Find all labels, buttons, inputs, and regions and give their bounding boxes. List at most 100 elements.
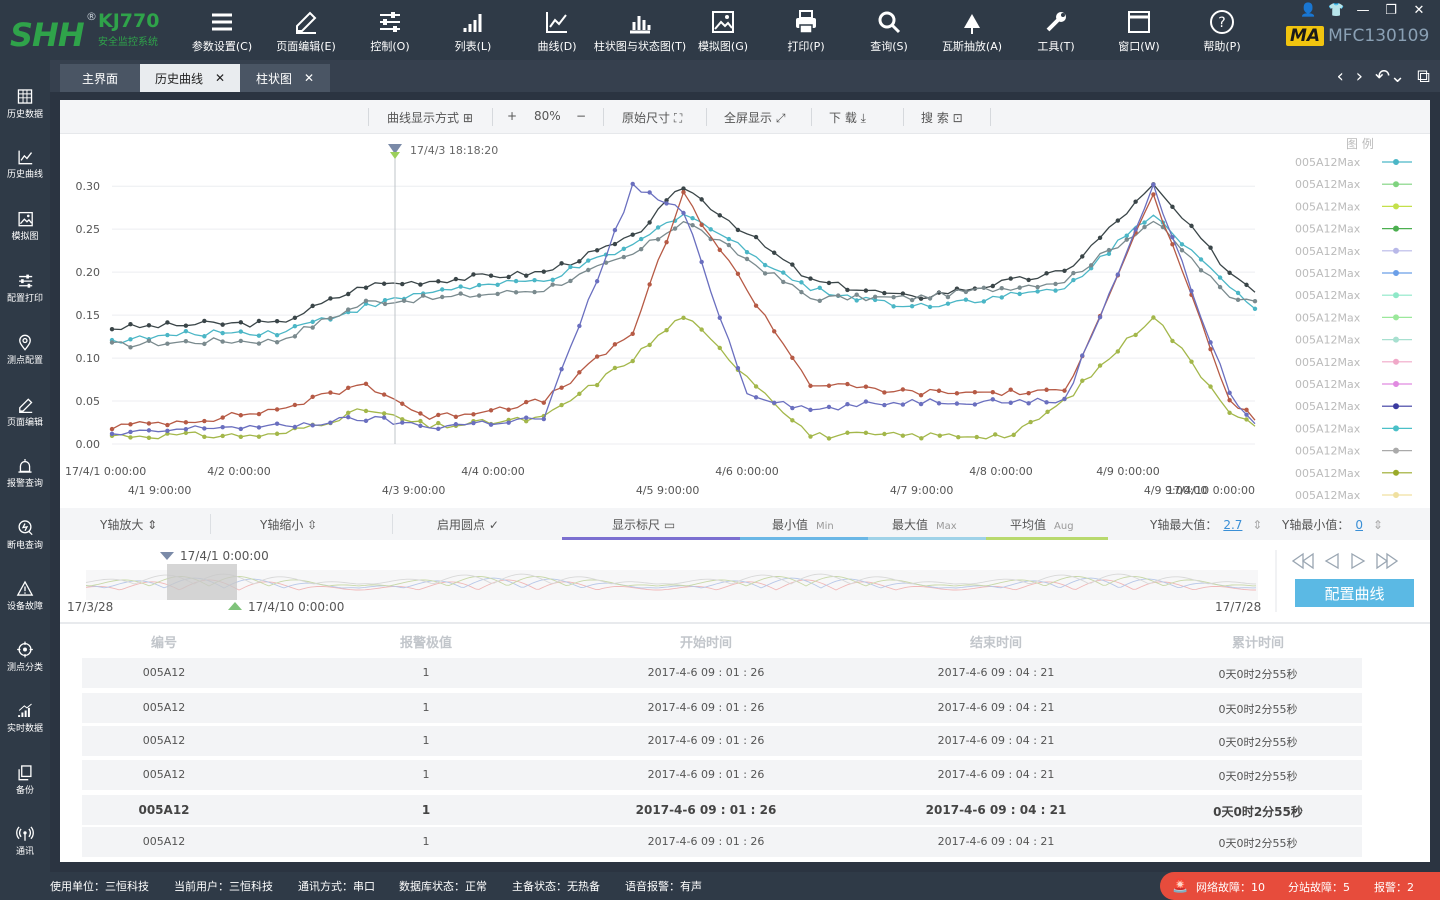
search-button[interactable]: 搜 索 ⊡	[921, 109, 963, 126]
close-icon[interactable]: ✕	[215, 71, 225, 85]
data-point	[1170, 235, 1175, 240]
y-max-input[interactable]: 2.7	[1223, 518, 1242, 532]
stepper-icon[interactable]: ⇕	[1252, 518, 1262, 532]
column-header[interactable]: 结束时间	[970, 632, 1022, 651]
sidebar-item-3[interactable]: 配置打印	[0, 244, 50, 304]
menu-8[interactable]: 查询(S)	[844, 0, 934, 60]
max-toggle[interactable]: 最大值 Max	[892, 516, 957, 533]
range-start-handle-icon[interactable]	[160, 552, 174, 560]
zoom-in-button[interactable]: +	[507, 109, 517, 123]
y-min-input[interactable]: 0	[1355, 518, 1363, 532]
y-zoom-out-button[interactable]: Y轴缩小 ⇳	[260, 516, 317, 533]
step-back-icon[interactable]	[1324, 552, 1340, 570]
zoom-out-button[interactable]: −	[576, 109, 586, 123]
alarm-summary[interactable]: 🚨 网络故障：10 分站故障：5 报警：2	[1160, 872, 1440, 900]
menu-label: 曲线(D)	[537, 40, 577, 53]
show-ruler-toggle[interactable]: 显示标尺 ▭	[612, 516, 675, 533]
chevron-right-icon[interactable]: ›	[1356, 66, 1363, 87]
legend-label: 005A12Max	[1295, 178, 1361, 191]
menu-0[interactable]: 参数设置(C)	[177, 0, 267, 60]
menu-7[interactable]: 打印(P)	[761, 0, 851, 60]
history-line-chart[interactable]: 0.30 0.25 0.20 0.15 0.10 0.05 0.00 17/4/1 0:00…	[60, 134, 1430, 506]
chevron-left-icon[interactable]: ‹	[1337, 66, 1344, 87]
range-start-label: 17/4/1 0:00:00	[180, 549, 269, 563]
table-row[interactable]: 005A12 1 2017-4-6 09 : 01 : 26 2017-4-6 09 …	[82, 693, 1362, 723]
rewind-fast-icon[interactable]	[1292, 552, 1314, 570]
configure-curve-button[interactable]: 配置曲线	[1295, 579, 1414, 607]
range-selection-window[interactable]	[167, 564, 237, 600]
curve-display-mode-button[interactable]: 曲线显示方式 ⊞	[387, 109, 473, 126]
sidebar-item-0[interactable]: 历史数据	[0, 60, 50, 120]
sidebar-item-12[interactable]: 通讯	[0, 797, 50, 857]
back-dropdown-icon[interactable]: ↶⌄	[1375, 66, 1405, 87]
data-point	[1080, 353, 1085, 358]
sidebar-item-11[interactable]: 备份	[0, 736, 50, 796]
forward-fast-icon[interactable]	[1376, 552, 1398, 570]
stepper-icon[interactable]: ⇕	[1373, 518, 1383, 532]
alarm-count[interactable]: 报警：2	[1374, 879, 1414, 895]
time-cursor[interactable]: 17/4/3 18:18:20	[388, 144, 498, 444]
data-point	[1124, 233, 1129, 238]
menu-12[interactable]: ? 帮助(P)	[1177, 0, 1267, 60]
menu-11[interactable]: 窗口(W)	[1094, 0, 1184, 60]
tab-main[interactable]: 主界面	[60, 64, 140, 92]
table-row[interactable]: 005A12 1 2017-4-6 09 : 01 : 26 2017-4-6 09 …	[82, 726, 1362, 756]
min-toggle[interactable]: 最小值 Min	[772, 516, 834, 533]
menu-3[interactable]: 列表(L)	[428, 0, 518, 60]
data-point	[647, 220, 652, 225]
fullscreen-button[interactable]: 全屏显示 ⤢	[724, 109, 785, 126]
user-icon[interactable]: 👤	[1300, 3, 1316, 18]
column-header[interactable]: 累计时间	[1232, 632, 1284, 651]
y-zoom-in-button[interactable]: Y轴放大 ⇕	[100, 516, 157, 533]
sidebar-item-10[interactable]: 实时数据	[0, 674, 50, 734]
download-button[interactable]: 下 载 ⤓	[829, 109, 866, 126]
data-point	[382, 297, 388, 303]
data-point	[458, 291, 463, 296]
column-header[interactable]: 开始时间	[680, 632, 732, 651]
sidebar-item-5[interactable]: 页面编辑	[0, 368, 50, 428]
sidebar-item-label: 设备故障	[6, 602, 43, 612]
data-point	[440, 287, 445, 292]
range-end-handle-icon[interactable]	[228, 602, 242, 610]
close-button[interactable]: ✕	[1412, 3, 1426, 18]
sidebar-item-8[interactable]: 设备故障	[0, 552, 50, 612]
table-row[interactable]: 005A12 1 2017-4-6 09 : 01 : 26 2017-4-6 09 …	[82, 760, 1362, 790]
data-point	[128, 422, 133, 427]
sidebar-item-9[interactable]: 测点分类	[0, 613, 50, 673]
sidebar-item-4[interactable]: 测点配置	[0, 306, 50, 366]
menu-10[interactable]: 工具(T)	[1011, 0, 1101, 60]
enable-dots-toggle[interactable]: 启用圆点 ✓	[437, 516, 499, 533]
menu-1[interactable]: 页面编辑(E)	[261, 0, 351, 60]
table-row[interactable]: 005A12 1 2017-4-6 09 : 01 : 26 2017-4-6 09 …	[82, 795, 1362, 825]
data-point	[346, 385, 351, 391]
minimize-button[interactable]: —	[1356, 3, 1370, 18]
sidebar-item-1[interactable]: 历史曲线	[0, 120, 50, 180]
table-row[interactable]: 005A12 1 2017-4-6 09 : 01 : 26 2017-4-6 09 …	[82, 658, 1362, 688]
tab-bar-chart[interactable]: 柱状图 ✕	[240, 64, 330, 92]
skin-icon[interactable]: 👕	[1328, 3, 1344, 18]
windows-icon[interactable]: ⧉	[1417, 66, 1430, 87]
menu-6[interactable]: 模拟图(G)	[678, 0, 768, 60]
original-size-button[interactable]: 原始尺寸 ⛶	[622, 109, 682, 126]
sidebar-item-7[interactable]: 断电查询	[0, 491, 50, 551]
step-forward-icon[interactable]	[1350, 552, 1366, 570]
sidebar-item-6[interactable]: 报警查询	[0, 429, 50, 489]
menu-2[interactable]: 控制(O)	[345, 0, 435, 60]
menu-5[interactable]: 柱状图与状态图(T)	[594, 0, 686, 60]
network-fault-count[interactable]: 网络故障：10	[1196, 879, 1265, 895]
menu-9[interactable]: 瓦斯抽放(A)	[927, 0, 1017, 60]
column-header[interactable]: 报警极值	[400, 632, 452, 651]
x-tick-label: 17/4/10 0:00:00	[1167, 484, 1255, 497]
avg-toggle[interactable]: 平均值 Aug	[1010, 516, 1074, 533]
column-header[interactable]: 编号	[151, 632, 177, 651]
sidebar-item-2[interactable]: 模拟图	[0, 182, 50, 242]
data-point	[1045, 409, 1050, 415]
table-row[interactable]: 005A12 1 2017-4-6 09 : 01 : 26 2017-4-6 09 …	[82, 827, 1362, 857]
restore-button[interactable]: ❐	[1384, 3, 1398, 18]
time-range-overview[interactable]: 17/4/1 0:00:00 17/4/10 0:00:00 17/3/28 1…	[60, 540, 1430, 618]
close-icon[interactable]: ✕	[304, 71, 314, 85]
menu-4[interactable]: 曲线(D)	[512, 0, 602, 60]
data-point	[183, 328, 189, 334]
tab-history-curve[interactable]: 历史曲线 ✕	[140, 64, 240, 92]
substation-fault-count[interactable]: 分站故障：5	[1288, 879, 1350, 895]
